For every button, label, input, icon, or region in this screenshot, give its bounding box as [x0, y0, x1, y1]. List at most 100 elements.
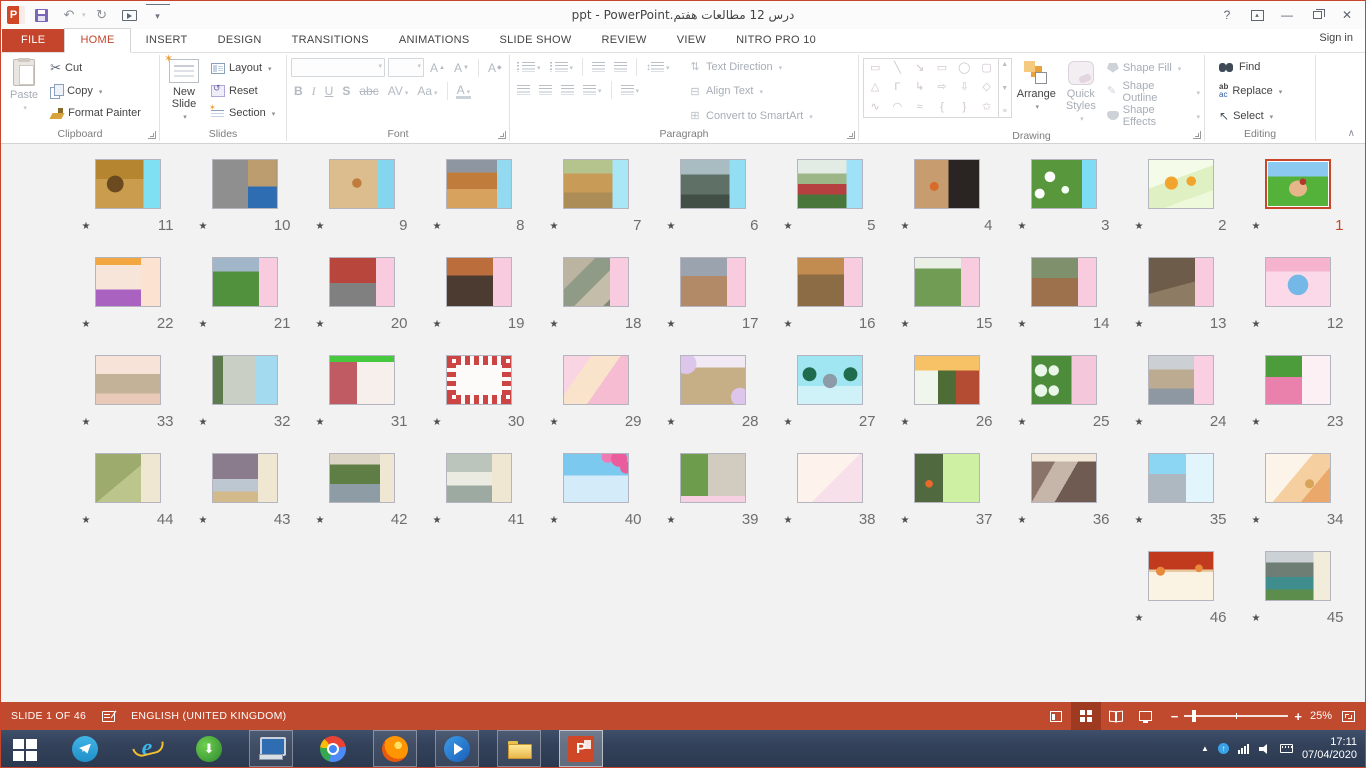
- slide-thumbnail[interactable]: [95, 159, 161, 209]
- decrease-font-size-button[interactable]: A▼: [451, 59, 472, 77]
- restore-button[interactable]: [1303, 4, 1331, 26]
- app-download-manager[interactable]: [187, 730, 231, 767]
- font-name-combobox[interactable]: [291, 58, 385, 77]
- quick-styles-button[interactable]: Quick Styles: [1061, 56, 1101, 129]
- slide-thumbnail[interactable]: [212, 453, 278, 503]
- paragraph-dialog-launcher[interactable]: [847, 131, 855, 139]
- zoom-level[interactable]: 25%: [1310, 710, 1332, 722]
- slide-thumbnail[interactable]: [212, 257, 278, 307]
- slide-43[interactable]: 43: [186, 453, 303, 551]
- tab-view[interactable]: VIEW: [662, 29, 721, 52]
- slide-11[interactable]: 11: [69, 159, 186, 257]
- slide-23[interactable]: 23: [1239, 355, 1356, 453]
- slide-30[interactable]: 30: [420, 355, 537, 453]
- shape-14[interactable]: ◠: [893, 102, 903, 113]
- ribbon-display-options-button[interactable]: [1243, 4, 1271, 26]
- align-center-button[interactable]: [536, 81, 555, 99]
- font-size-combobox[interactable]: [388, 58, 424, 77]
- tab-animations[interactable]: ANIMATIONS: [384, 29, 485, 52]
- close-button[interactable]: ✕: [1333, 4, 1361, 26]
- slide-thumbnail[interactable]: [1031, 355, 1097, 405]
- slide-36[interactable]: 36: [1005, 453, 1122, 551]
- start-button[interactable]: [1, 730, 49, 767]
- slide-33[interactable]: 33: [69, 355, 186, 453]
- slide-thumbnail[interactable]: [914, 159, 980, 209]
- app-firefox[interactable]: [373, 730, 417, 767]
- slide-thumbnail[interactable]: [329, 257, 395, 307]
- shape-8[interactable]: Γ: [894, 82, 900, 93]
- reading-view-button[interactable]: [1101, 702, 1131, 730]
- zoom-out-button[interactable]: −: [1171, 709, 1179, 724]
- slide-8[interactable]: 8: [420, 159, 537, 257]
- slide-27[interactable]: 27: [771, 355, 888, 453]
- copy-button[interactable]: Copy: [47, 81, 144, 101]
- increase-font-size-button[interactable]: A▲: [427, 59, 448, 77]
- slide-3[interactable]: 3: [1005, 159, 1122, 257]
- shape-7[interactable]: △: [871, 82, 879, 93]
- clipboard-dialog-launcher[interactable]: [148, 131, 156, 139]
- zoom-slider-thumb[interactable]: [1192, 710, 1196, 722]
- slide-17[interactable]: 17: [654, 257, 771, 355]
- shape-5[interactable]: ◯: [958, 63, 970, 74]
- bold-button[interactable]: B: [291, 82, 306, 100]
- replace-button[interactable]: abacReplace: [1219, 82, 1282, 101]
- change-case-button[interactable]: Aa: [414, 82, 440, 100]
- spell-check-icon[interactable]: [102, 711, 115, 722]
- slide-thumbnail[interactable]: [95, 257, 161, 307]
- slide-thumbnail[interactable]: [1148, 159, 1214, 209]
- tray-app-icon[interactable]: ↑: [1218, 743, 1229, 754]
- slide-thumbnail[interactable]: [1031, 159, 1097, 209]
- slide-7[interactable]: 7: [537, 159, 654, 257]
- slide-31[interactable]: 31: [303, 355, 420, 453]
- format-painter-button[interactable]: Format Painter: [47, 103, 144, 123]
- shape-10[interactable]: ⇨: [937, 82, 946, 93]
- slide-41[interactable]: 41: [420, 453, 537, 551]
- slide-34[interactable]: 34: [1239, 453, 1356, 551]
- slide-thumbnail[interactable]: [446, 355, 512, 405]
- slide-29[interactable]: 29: [537, 355, 654, 453]
- slide-40[interactable]: 40: [537, 453, 654, 551]
- slide-thumbnail[interactable]: [1265, 453, 1331, 503]
- slide-37[interactable]: 37: [888, 453, 1005, 551]
- app-telegram[interactable]: [63, 730, 107, 767]
- tab-file[interactable]: FILE: [2, 29, 64, 52]
- slide-16[interactable]: 16: [771, 257, 888, 355]
- slide-28[interactable]: 28: [654, 355, 771, 453]
- slide-2[interactable]: 2: [1122, 159, 1239, 257]
- slide-thumbnail[interactable]: [1148, 257, 1214, 307]
- app-media-player[interactable]: [435, 730, 479, 767]
- slide-thumbnail[interactable]: [563, 159, 629, 209]
- paste-button[interactable]: Paste: [5, 56, 43, 127]
- text-direction-button[interactable]: ⇅Text Direction: [688, 57, 813, 76]
- shape-15[interactable]: ≈: [917, 102, 923, 113]
- show-hidden-icons-button[interactable]: ▲: [1201, 744, 1209, 753]
- slide-thumbnail[interactable]: [914, 355, 980, 405]
- zoom-slider[interactable]: [1184, 715, 1288, 717]
- network-icon[interactable]: [1238, 744, 1250, 754]
- slide-20[interactable]: 20: [303, 257, 420, 355]
- language-indicator[interactable]: ENGLISH (UNITED KINGDOM): [131, 710, 286, 722]
- slide-show-button[interactable]: [1131, 702, 1161, 730]
- touch-keyboard-icon[interactable]: [1280, 744, 1293, 753]
- find-button[interactable]: Find: [1219, 57, 1282, 76]
- slide-9[interactable]: 9: [303, 159, 420, 257]
- clock[interactable]: 17:11 07/04/2020: [1302, 736, 1357, 762]
- slide-thumbnail[interactable]: [212, 355, 278, 405]
- shape-16[interactable]: {: [940, 102, 944, 113]
- fit-to-window-button[interactable]: [1342, 711, 1355, 722]
- shapes-gallery-scroll[interactable]: ▲▼≡: [998, 59, 1011, 117]
- slide-13[interactable]: 13: [1122, 257, 1239, 355]
- tab-transitions[interactable]: TRANSITIONS: [277, 29, 384, 52]
- slide-thumbnail[interactable]: [797, 159, 863, 209]
- slide-thumbnail[interactable]: [329, 453, 395, 503]
- slide-14[interactable]: 14: [1005, 257, 1122, 355]
- reset-button[interactable]: Reset: [208, 81, 278, 101]
- slide-thumbnail[interactable]: [680, 453, 746, 503]
- slide-5[interactable]: 5: [771, 159, 888, 257]
- app-powerpoint[interactable]: P: [559, 730, 603, 767]
- slide-thumbnail[interactable]: [95, 355, 161, 405]
- slide-44[interactable]: 44: [69, 453, 186, 551]
- slide-thumbnail[interactable]: [797, 257, 863, 307]
- slide-thumbnail[interactable]: [563, 355, 629, 405]
- slide-thumbnail[interactable]: [680, 257, 746, 307]
